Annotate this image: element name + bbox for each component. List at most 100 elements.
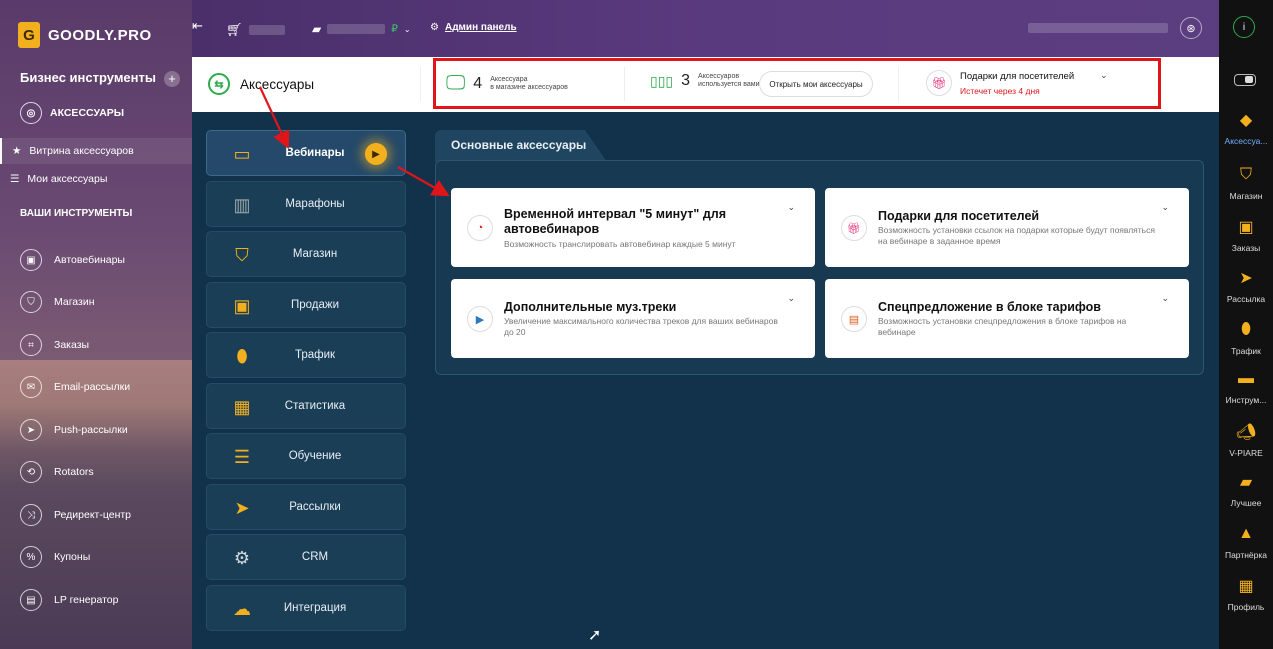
open-my-accessories-button[interactable]: Открыть мои аксессуары [759, 71, 873, 97]
category-mailings[interactable]: ➤ Рассылки [206, 484, 406, 530]
category-integration[interactable]: ☁ Интеграция [206, 585, 406, 631]
stat-label: Аксессуаров [698, 73, 740, 80]
card-description: Увеличение максимального количества трек… [504, 316, 778, 337]
lp-icon: ▤ [20, 589, 42, 611]
sidebar-item-showcase[interactable]: ★ Витрина аксессуаров [0, 138, 192, 164]
sidebar-item-label: Заказы [54, 339, 90, 351]
traffic-icon: ⬮ [1240, 321, 1252, 338]
gift-icon: 🎁︎ [926, 70, 952, 96]
accessory-card-music[interactable]: ▶ Дополнительные муз.треки Увеличение ма… [451, 279, 815, 358]
sidebar-item-redirect[interactable]: ⤨ Редирект-центр [20, 504, 131, 526]
dock-label: Аксессуа... [1224, 136, 1268, 146]
cart-widget[interactable]: 🛒︎ [226, 22, 285, 38]
accessory-card-offer[interactable]: ▤ Спецпредложение в блоке тарифов Возмож… [825, 279, 1189, 358]
sidebar-item-shop[interactable]: ⛉ Магазин [20, 291, 95, 313]
webinar-icon: ▣ [20, 249, 42, 271]
partner-icon: ▲ [1238, 525, 1254, 542]
dock-item-best[interactable]: ▰ Лучшее [1219, 470, 1273, 508]
dock-item-vpiare[interactable]: 📣︎ V-PIARE [1219, 420, 1273, 458]
dock-item-shop[interactable]: ⛉ Магазин [1219, 163, 1273, 201]
dock-item-partner[interactable]: ▲ Партнёрка [1219, 522, 1273, 560]
cart-value-hidden [248, 25, 285, 35]
chevron-down-icon[interactable]: ⌄ [1100, 70, 1108, 81]
logo-badge: G [18, 22, 40, 48]
dock-item-accessories[interactable]: ◆ Аксессуа... [1219, 108, 1273, 146]
sidebar-item-rotators[interactable]: ⟲ Rotators [20, 461, 94, 483]
info-icon[interactable]: i [1233, 16, 1255, 38]
sidebar-item-orders[interactable]: ⌗ Заказы [20, 334, 89, 356]
dock-label: Заказы [1231, 243, 1261, 253]
logo[interactable]: G GOODLY.PRO [18, 22, 152, 48]
dock-label: Лучшее [1230, 498, 1262, 508]
dock-toggle[interactable] [1234, 74, 1256, 86]
sidebar-item-coupons[interactable]: % Купоны [20, 546, 90, 568]
card-title: Подарки для посетителей [878, 209, 1040, 223]
dock-label: Рассылка [1226, 294, 1266, 304]
category-shop[interactable]: ⛉ Магазин [206, 231, 406, 277]
dock-item-traffic[interactable]: ⬮ Трафик [1219, 318, 1273, 356]
chevron-down-icon: ⌄ [403, 24, 411, 34]
stat-label: используется вами [698, 81, 760, 88]
sidebar-item-push[interactable]: ➤ Push-рассылки [20, 419, 128, 441]
category-traffic[interactable]: ⬮ Трафик [206, 332, 406, 378]
shop-bag-icon: ⛉ [235, 244, 249, 265]
card-title: Дополнительные муз.треки [504, 300, 677, 314]
sidebar-item-lp-generator[interactable]: ▤ LP генератор [20, 589, 118, 611]
dock-label: Профиль [1227, 602, 1265, 612]
orders-box-icon: ▣ [1238, 219, 1254, 236]
dock-item-mailing[interactable]: ➤ Рассылка [1219, 266, 1273, 304]
dock-label: Партнёрка [1224, 550, 1268, 560]
sidebar-item-autowebinars[interactable]: ▣ Автовебинары [20, 249, 125, 271]
accessories-section[interactable]: ◎ АКСЕССУАРЫ [20, 102, 124, 124]
gift-icon: 🎁︎ [841, 215, 867, 241]
category-crm[interactable]: ⚙ CRM [206, 534, 406, 580]
timer-icon: ◔ [467, 215, 493, 241]
shop-icon: ⛉ [1239, 166, 1252, 183]
top-bar: ⇤ 🛒︎ ▰ ₽ ⌄ ⚙ Админ панель ⊛ [192, 0, 1219, 57]
dock-item-profile[interactable]: ▦ Профиль [1219, 574, 1273, 612]
sidebar-item-label: Мои аксессуары [27, 173, 108, 185]
dock-item-tools[interactable]: ▬ Инструм... [1219, 367, 1273, 405]
admin-panel-label: Админ панель [444, 22, 517, 33]
dock-label: Трафик [1231, 346, 1261, 356]
right-dock: i ◆ Аксессуа... ⛉ Магазин ▣ Заказы ➤ Рассылк… [1219, 0, 1273, 649]
chevron-down-icon[interactable]: ⌄ [787, 293, 795, 304]
balance-widget[interactable]: ▰ ₽ ⌄ [312, 22, 411, 36]
category-label: Продажи [290, 299, 340, 311]
currency-label: ₽ [391, 23, 398, 35]
collapse-sidebar-icon[interactable]: ⇤ [192, 18, 203, 34]
cloud-icon: ☁ [233, 598, 251, 619]
offer-icon: ▤ [841, 306, 867, 332]
arrow-to-cards [397, 166, 450, 197]
chevron-down-icon[interactable]: ⌄ [1161, 202, 1169, 213]
category-label: Интеграция [283, 602, 347, 614]
add-tool-button[interactable]: + [164, 71, 180, 87]
category-education[interactable]: ☰ Обучение [206, 433, 406, 479]
card-title: Временной интервал "5 минут" для автовеб… [504, 207, 726, 236]
sidebar-item-label: Купоны [54, 551, 91, 563]
gifts-accessory-summary[interactable]: 🎁︎ Подарки для посетителей Истечет через… [926, 70, 1108, 96]
business-tools-heading: Бизнес инструменты [20, 70, 156, 85]
orders-icon: ⌗ [20, 334, 42, 356]
chevron-down-icon[interactable]: ⌄ [787, 202, 795, 213]
your-tools-heading: ВАШИ ИНСТРУМЕНТЫ [20, 208, 133, 219]
fingerprint-icon[interactable]: ⊛ [1180, 17, 1202, 39]
annotation-arrows [259, 86, 450, 197]
shuffle-icon: ⤨ [20, 504, 42, 526]
bars-icon: ▯▯▯ [650, 72, 674, 89]
accessory-card-gifts[interactable]: 🎁︎ Подарки для посетителей Возможность у… [825, 188, 1189, 267]
category-sales[interactable]: ▣ Продажи [206, 282, 406, 328]
list-icon: ☰ [10, 173, 20, 185]
dock-item-orders[interactable]: ▣ Заказы [1219, 215, 1273, 253]
admin-panel-link[interactable]: ⚙ Админ панель [430, 22, 517, 33]
sidebar-item-email[interactable]: ✉ Email-рассылки [20, 376, 130, 398]
card-description: Возможность установки спецпредложения в … [878, 316, 1127, 337]
used-accessories-stat: ▯▯▯ 3 Аксессуаров используется вами [650, 72, 760, 90]
mail-icon: ✉ [20, 376, 42, 398]
books-icon: ☰ [233, 446, 251, 467]
chevron-down-icon[interactable]: ⌄ [1161, 293, 1169, 304]
category-statistics[interactable]: ▦ Статистика [206, 383, 406, 429]
sidebar-item-my-accessories[interactable]: ☰ Мои аксессуары [0, 166, 192, 192]
category-label: Статистика [284, 400, 346, 412]
brand-name: GOODLY.PRO [48, 26, 152, 44]
